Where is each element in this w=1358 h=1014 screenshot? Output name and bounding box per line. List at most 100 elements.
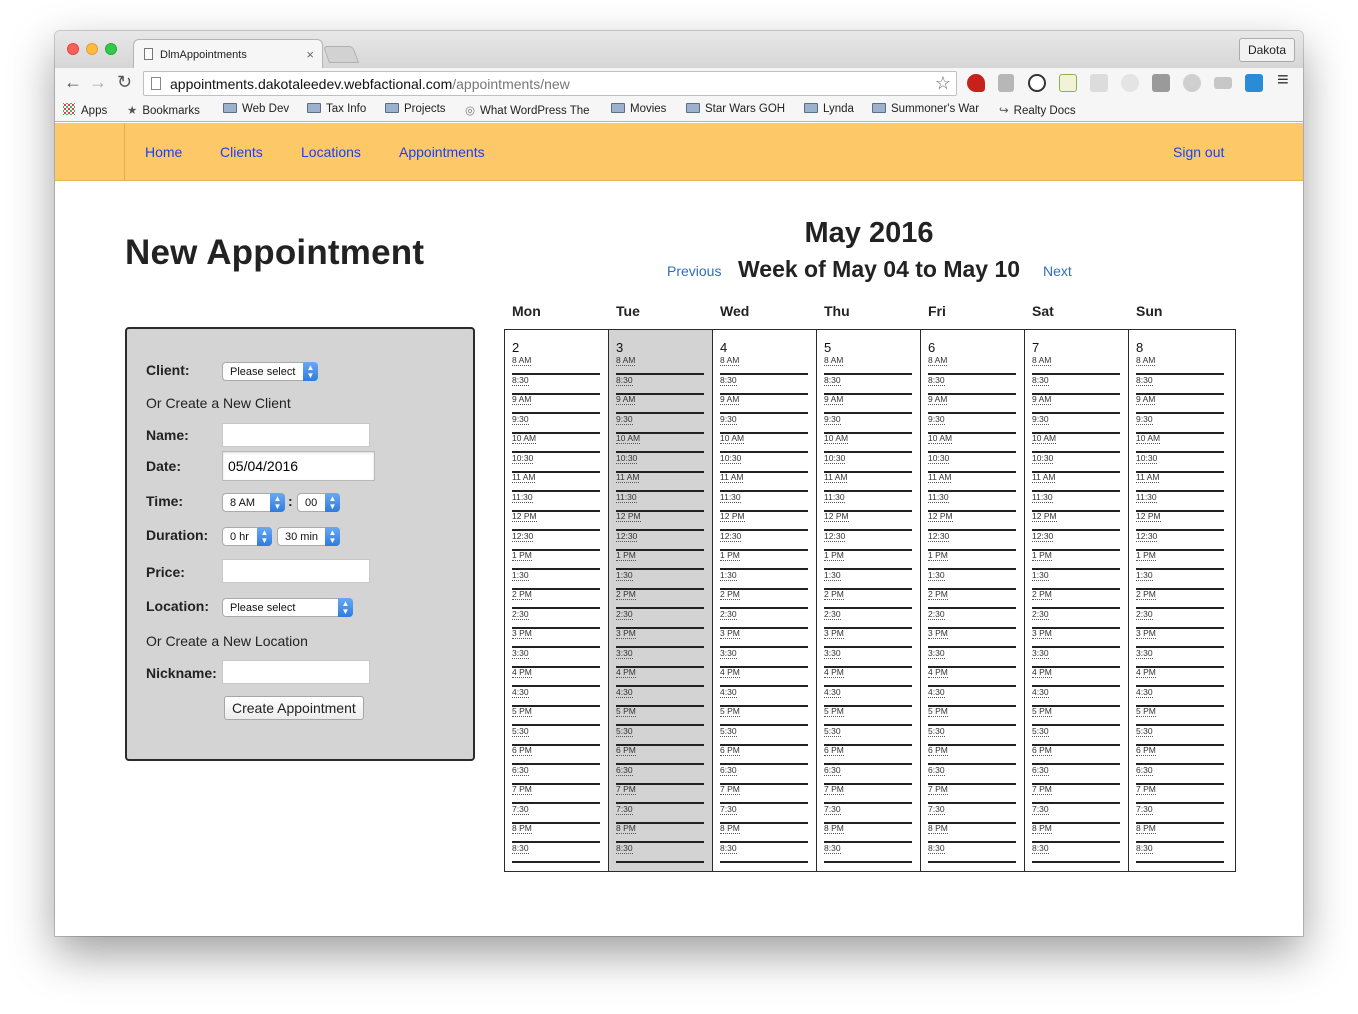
- create-appointment-button[interactable]: Create Appointment: [224, 696, 364, 720]
- time-slot[interactable]: 1:30: [928, 569, 1016, 590]
- time-slot[interactable]: 3 PM: [1136, 628, 1224, 648]
- sign-out-link[interactable]: Sign out: [1173, 144, 1224, 160]
- time-slot[interactable]: 8 PM: [928, 823, 1016, 843]
- time-slot[interactable]: 9:30: [928, 413, 1016, 434]
- time-slot[interactable]: 4:30: [720, 686, 808, 707]
- minimize-window-button[interactable]: [86, 43, 98, 55]
- time-slot[interactable]: 5 PM: [928, 706, 1016, 726]
- time-slot[interactable]: 7:30: [720, 803, 808, 824]
- time-slot[interactable]: 2:30: [720, 608, 808, 629]
- time-slot[interactable]: 2 PM: [824, 589, 912, 609]
- time-slot[interactable]: 11 AM: [824, 472, 912, 492]
- zoom-window-button[interactable]: [105, 43, 117, 55]
- bookmark-projects[interactable]: Projects: [385, 103, 446, 115]
- time-slot[interactable]: 1 PM: [1032, 550, 1120, 570]
- time-slot[interactable]: 9 AM: [1136, 394, 1224, 414]
- time-slot[interactable]: 9:30: [1032, 413, 1120, 434]
- time-slot[interactable]: 2:30: [512, 608, 600, 629]
- forward-icon[interactable]: →: [89, 72, 107, 93]
- extension-red-icon[interactable]: [967, 74, 985, 92]
- time-slot[interactable]: 8:30: [720, 374, 808, 395]
- time-slot[interactable]: 5 PM: [1136, 706, 1224, 726]
- time-slot[interactable]: 2 PM: [1136, 589, 1224, 609]
- url-text[interactable]: appointments.dakotaleedev.webfactional.c…: [170, 76, 570, 92]
- time-slot[interactable]: 2:30: [1136, 608, 1224, 629]
- time-slot[interactable]: 8:30: [824, 374, 912, 395]
- time-slot[interactable]: 7 PM: [1136, 784, 1224, 804]
- time-slot[interactable]: 7 PM: [928, 784, 1016, 804]
- time-slot[interactable]: 12:30: [1136, 530, 1224, 551]
- eyedropper-icon[interactable]: [998, 74, 1014, 92]
- time-slot[interactable]: 5:30: [512, 725, 600, 746]
- time-slot[interactable]: 12 PM: [1032, 511, 1120, 531]
- time-slot[interactable]: 11:30: [720, 491, 808, 512]
- time-slot[interactable]: 12 PM: [512, 511, 600, 531]
- time-slot[interactable]: 4:30: [616, 686, 704, 707]
- duration-hour-select[interactable]: 0 hr ▲ ▼: [222, 527, 272, 546]
- name-input[interactable]: [222, 423, 370, 447]
- time-slot[interactable]: 2:30: [616, 608, 704, 629]
- day-column[interactable]: 68 AM 8:30 9 AM 9:30 10 AM 10:30 11 AM 11:30 12 …: [921, 330, 1025, 871]
- time-slot[interactable]: 10 AM: [1136, 433, 1224, 453]
- time-slot[interactable]: 9:30: [720, 413, 808, 434]
- nickname-input[interactable]: [222, 660, 370, 684]
- time-slot[interactable]: 7 PM: [616, 784, 704, 804]
- time-slot[interactable]: 3:30: [1032, 647, 1120, 668]
- time-slot[interactable]: 5:30: [616, 725, 704, 746]
- time-slot[interactable]: 6:30: [1136, 764, 1224, 785]
- next-week-link[interactable]: Next: [1043, 263, 1072, 279]
- time-slot[interactable]: 9:30: [512, 413, 600, 434]
- time-slot[interactable]: 6:30: [720, 764, 808, 785]
- time-slot[interactable]: 8 AM: [720, 355, 808, 375]
- time-slot[interactable]: 10:30: [824, 452, 912, 473]
- nav-clients-link[interactable]: Clients: [220, 144, 263, 160]
- time-slot[interactable]: 8:30: [616, 842, 704, 863]
- time-slot[interactable]: 8 PM: [720, 823, 808, 843]
- time-slot[interactable]: 4 PM: [824, 667, 912, 687]
- time-slot[interactable]: 4:30: [928, 686, 1016, 707]
- day-column[interactable]: 58 AM 8:30 9 AM 9:30 10 AM 10:30 11 AM 11:30 12 …: [817, 330, 921, 871]
- wave-icon[interactable]: [1214, 77, 1232, 89]
- time-slot[interactable]: 5 PM: [824, 706, 912, 726]
- time-slot[interactable]: 1 PM: [824, 550, 912, 570]
- time-slot[interactable]: 3:30: [616, 647, 704, 668]
- time-slot[interactable]: 9 AM: [720, 394, 808, 414]
- time-slot[interactable]: 11:30: [928, 491, 1016, 512]
- time-minute-select[interactable]: 00 ▲ ▼: [297, 493, 340, 512]
- bookmark-summoners-war[interactable]: Summoner's War: [872, 103, 979, 115]
- time-slot[interactable]: 4 PM: [928, 667, 1016, 687]
- time-slot[interactable]: 3:30: [1136, 647, 1224, 668]
- time-slot[interactable]: 5 PM: [720, 706, 808, 726]
- notes-icon[interactable]: [1059, 74, 1077, 92]
- time-slot[interactable]: 7 PM: [1032, 784, 1120, 804]
- time-slot[interactable]: 6 PM: [616, 745, 704, 765]
- time-slot[interactable]: 11:30: [512, 491, 600, 512]
- time-slot[interactable]: 3:30: [720, 647, 808, 668]
- time-slot[interactable]: 3 PM: [928, 628, 1016, 648]
- time-slot[interactable]: 6:30: [824, 764, 912, 785]
- close-window-button[interactable]: [67, 43, 79, 55]
- time-slot[interactable]: 10 AM: [720, 433, 808, 453]
- time-slot[interactable]: 2:30: [824, 608, 912, 629]
- time-slot[interactable]: 4:30: [1032, 686, 1120, 707]
- time-slot[interactable]: 11 AM: [1136, 472, 1224, 492]
- time-slot[interactable]: 8 PM: [616, 823, 704, 843]
- time-slot[interactable]: 4:30: [824, 686, 912, 707]
- time-slot[interactable]: 8:30: [512, 842, 600, 863]
- time-slot[interactable]: 11:30: [1136, 491, 1224, 512]
- time-slot[interactable]: 12 PM: [1136, 511, 1224, 531]
- time-slot[interactable]: 4 PM: [1136, 667, 1224, 687]
- time-slot[interactable]: 9:30: [824, 413, 912, 434]
- reload-icon[interactable]: ↻: [117, 72, 132, 93]
- time-slot[interactable]: 10 AM: [1032, 433, 1120, 453]
- time-slot[interactable]: 3 PM: [512, 628, 600, 648]
- previous-week-link[interactable]: Previous: [667, 263, 721, 279]
- time-slot[interactable]: 3 PM: [824, 628, 912, 648]
- time-slot[interactable]: 11:30: [1032, 491, 1120, 512]
- time-slot[interactable]: 4 PM: [1032, 667, 1120, 687]
- bookmark-movies[interactable]: Movies: [611, 103, 666, 115]
- time-slot[interactable]: 5:30: [720, 725, 808, 746]
- time-slot[interactable]: 1:30: [720, 569, 808, 590]
- time-slot[interactable]: 5:30: [824, 725, 912, 746]
- day-column[interactable]: 48 AM 8:30 9 AM 9:30 10 AM 10:30 11 AM 11:30 12 …: [713, 330, 817, 871]
